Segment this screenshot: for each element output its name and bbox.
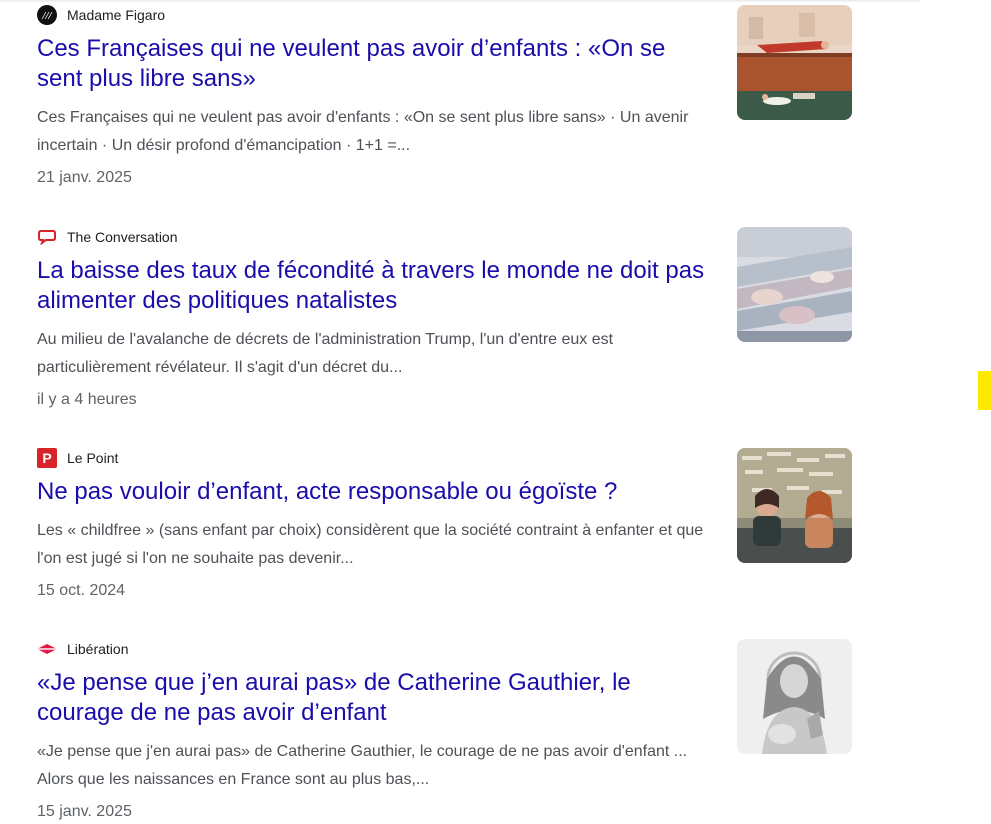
result-title-link[interactable]: La baisse des taux de fécondité à traver… [37,256,717,316]
madame-figaro-logo-icon: /// [37,5,57,25]
le-point-logo-icon: P [37,448,57,468]
source-name: Le Point [67,450,119,466]
result-thumbnail[interactable] [737,5,852,120]
result-snippet: Les « childfree » (sans enfant par choix… [37,522,704,567]
result-snippet: Ces Françaises qui ne veulent pas avoir … [37,109,689,154]
result-thumbnail[interactable] [737,639,852,754]
result-title-link[interactable]: Ne pas vouloir d’enfant, acte responsabl… [37,477,717,507]
result-date: 15 oct. 2024 [37,582,126,599]
top-divider [0,0,920,2]
liberation-logo-icon [37,639,57,659]
result-thumbnail[interactable] [737,227,852,342]
result-snippet: Au milieu de l'avalanche de décrets de l… [37,331,614,376]
result-thumbnail[interactable] [737,448,852,563]
result-title-link[interactable]: «Je pense que j’en aurai pas» de Catheri… [37,668,717,728]
result-date: il y a 4 heures [37,391,137,408]
source-name: The Conversation [67,229,178,245]
speech-bubble-icon [37,227,57,247]
highlight-marker [978,371,991,410]
news-result: /// Madame Figaro Ces Françaises qui ne … [37,5,852,190]
source-row[interactable]: /// Madame Figaro [37,5,852,25]
news-result: Libération «Je pense que j’en aurai pas»… [37,639,852,824]
source-row[interactable]: Libération [37,639,852,659]
source-name: Madame Figaro [67,7,166,23]
result-title-link[interactable]: Ces Françaises qui ne veulent pas avoir … [37,34,717,94]
result-snippet: «Je pense que j'en aurai pas» de Catheri… [37,743,688,788]
source-row[interactable]: The Conversation [37,227,852,247]
source-name: Libération [67,641,129,657]
news-result: The Conversation La baisse des taux de f… [37,227,852,412]
svg-text:///: /// [41,10,52,22]
news-result: P Le Point Ne pas vouloir d’enfant, acte… [37,448,852,603]
source-row[interactable]: P Le Point [37,448,852,468]
result-date: 21 janv. 2025 [37,169,132,186]
svg-text:P: P [42,450,51,466]
result-date: 15 janv. 2025 [37,803,132,820]
